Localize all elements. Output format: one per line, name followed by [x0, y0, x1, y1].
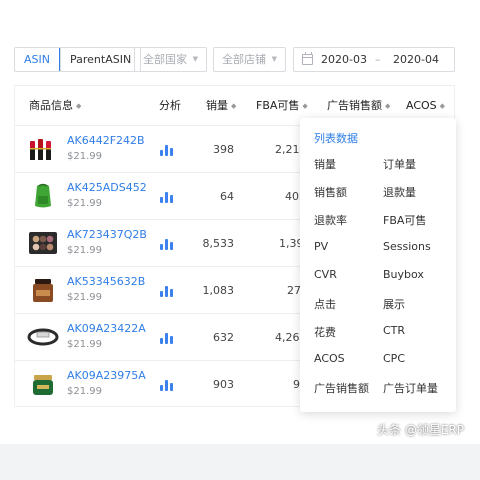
dropdown-item-sessions[interactable]: Sessions: [383, 240, 431, 253]
dropdown-title: 列表数据: [314, 132, 358, 145]
store-select[interactable]: 全部店铺 ▼: [213, 47, 286, 72]
column-label: ACOS: [406, 99, 437, 112]
sales-value: 8,533: [202, 237, 235, 250]
lipstick-product-image: [30, 139, 51, 160]
calendar-icon: [302, 52, 313, 65]
dropdown-item-ad-sales[interactable]: 广告销售额: [314, 380, 369, 396]
bar-chart-icon[interactable]: [160, 285, 174, 297]
dropdown-item-orders[interactable]: 订单量: [383, 156, 416, 172]
product-price: $21.99: [67, 151, 102, 162]
backpack-product-image: [35, 183, 51, 208]
sales-value: 1,083: [202, 284, 235, 297]
sales-value: 64: [220, 190, 234, 203]
product-sku-link[interactable]: AK09A23422A: [67, 322, 146, 335]
date-separator: –: [375, 53, 381, 66]
date-start: 2020-03: [321, 53, 367, 66]
bar-chart-icon[interactable]: [160, 379, 174, 391]
product-sku-link[interactable]: AK53345632B: [67, 275, 145, 288]
page: ASIN ParentASIN 全部国家 ▼ 全部店铺 ▼ 2020-03 – …: [0, 0, 480, 444]
column-label: 销量: [206, 99, 228, 112]
dropdown-item-refunds[interactable]: 退款量: [383, 184, 416, 200]
column-label: 分析: [159, 99, 181, 112]
sales-value: 903: [213, 378, 234, 391]
sort-icon: ◆: [385, 102, 391, 110]
sort-icon: ◆: [439, 102, 446, 110]
column-analysis: 分析: [159, 86, 181, 126]
dropdown-item-acos[interactable]: ACOS: [314, 352, 345, 365]
product-sku-link[interactable]: AK09A23975A: [67, 369, 146, 382]
product-sku-link[interactable]: AK6442F242B: [67, 134, 145, 147]
sales-value: 632: [213, 331, 234, 344]
sort-icon: ◆: [302, 102, 308, 110]
date-range-picker[interactable]: 2020-03 – 2020-04: [293, 47, 455, 72]
column-label: FBA可售: [256, 99, 300, 112]
product-price: $21.99: [67, 339, 102, 350]
column-product-info[interactable]: 商品信息 ◆: [29, 86, 81, 126]
product-sku-link[interactable]: AK723437Q2B: [67, 228, 147, 241]
chevron-down-icon: ▼: [271, 55, 277, 63]
product-price: $21.99: [67, 386, 102, 397]
country-select[interactable]: 全部国家 ▼: [134, 47, 207, 72]
dropdown-item-impressions[interactable]: 展示: [383, 296, 405, 312]
asin-type-switch: ASIN ParentASIN: [14, 47, 142, 72]
eyeshadow-product-image: [29, 232, 57, 254]
sales-value: 398: [213, 143, 234, 156]
tab-parent-asin[interactable]: ParentASIN: [59, 48, 141, 71]
watermark-text: 头条 @领星ERP: [377, 423, 464, 437]
tab-asin[interactable]: ASIN: [15, 48, 60, 71]
sort-icon: ◆: [76, 102, 82, 110]
dropdown-item-cpc[interactable]: CPC: [383, 352, 405, 365]
dropdown-item-fba-available[interactable]: FBA可售: [383, 212, 426, 228]
date-end: 2020-04: [393, 53, 439, 66]
sort-icon: ◆: [231, 102, 237, 110]
dropdown-item-spend[interactable]: 花费: [314, 324, 336, 340]
chevron-down-icon: ▼: [192, 55, 198, 63]
column-selector-dropdown: 列表数据 销量 订单量 销售额 退款量 退款率 FBA可售 PV Session…: [300, 118, 456, 412]
dropdown-item-revenue[interactable]: 销售额: [314, 184, 347, 200]
filter-toolbar: ASIN ParentASIN 全部国家 ▼ 全部店铺 ▼ 2020-03 – …: [14, 47, 455, 72]
dropdown-item-refund-rate[interactable]: 退款率: [314, 212, 347, 228]
dropdown-item-ctr[interactable]: CTR: [383, 324, 405, 337]
column-label: 广告销售额: [327, 99, 382, 112]
column-label: 商品信息: [29, 99, 73, 112]
dropdown-item-clicks[interactable]: 点击: [314, 296, 336, 312]
bracelet-product-image: [27, 328, 59, 346]
country-select-placeholder: 全部国家: [143, 53, 187, 66]
dropdown-item-sales[interactable]: 销量: [314, 156, 336, 172]
product-price: $21.99: [67, 292, 102, 303]
product-sku-link[interactable]: AK425ADS452: [67, 181, 147, 194]
bar-chart-icon[interactable]: [160, 332, 174, 344]
product-price: $21.99: [67, 198, 102, 209]
dropdown-item-pv[interactable]: PV: [314, 240, 328, 253]
dropdown-item-cvr[interactable]: CVR: [314, 268, 337, 281]
column-sales[interactable]: 销量 ◆: [206, 86, 236, 126]
cream-jar-product-image: [33, 375, 53, 395]
product-price: $21.99: [67, 245, 102, 256]
dropdown-item-ad-orders[interactable]: 广告订单量: [383, 380, 438, 396]
serum-bottle-product-image: [33, 279, 53, 302]
bar-chart-icon[interactable]: [160, 238, 174, 250]
bar-chart-icon[interactable]: [160, 144, 174, 156]
bar-chart-icon[interactable]: [160, 191, 174, 203]
dropdown-item-buybox[interactable]: Buybox: [383, 268, 424, 281]
store-select-placeholder: 全部店铺: [222, 53, 266, 66]
